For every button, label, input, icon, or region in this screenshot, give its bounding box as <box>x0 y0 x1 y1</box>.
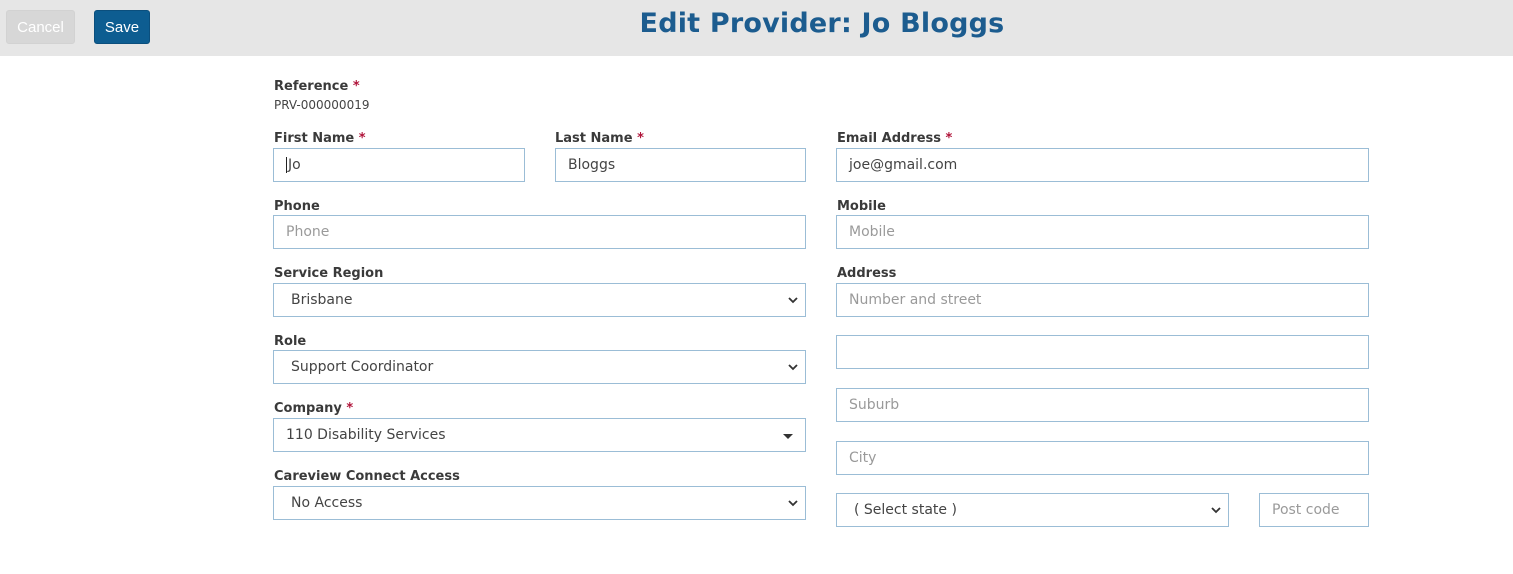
address-line2-input[interactable] <box>836 335 1369 369</box>
reference-value: PRV-000000019 <box>274 98 370 112</box>
phone-input[interactable]: Phone <box>273 215 806 249</box>
last-name-label: Last Name * <box>555 131 644 146</box>
reference-label: Reference * <box>274 79 360 94</box>
chevron-down-icon <box>788 297 798 304</box>
company-label: Company * <box>274 401 353 416</box>
company-label-text: Company <box>274 401 342 416</box>
last-name-label-text: Last Name <box>555 131 633 146</box>
text-cursor <box>286 157 287 173</box>
city-input[interactable]: City <box>836 441 1369 475</box>
address-line1-placeholder: Number and street <box>849 292 982 308</box>
suburb-placeholder: Suburb <box>849 397 900 413</box>
mobile-input[interactable]: Mobile <box>836 215 1369 249</box>
state-value: ( Select state ) <box>854 502 957 518</box>
service-region-label: Service Region <box>274 266 384 281</box>
first-name-input[interactable]: Jo <box>273 148 525 182</box>
role-select[interactable]: Support Coordinator <box>273 350 806 384</box>
chevron-down-icon <box>788 364 798 371</box>
required-marker: * <box>637 131 644 146</box>
careview-access-value: No Access <box>291 495 363 511</box>
mobile-label: Mobile <box>837 199 886 214</box>
required-marker: * <box>352 79 360 94</box>
first-name-label: First Name * <box>274 131 366 146</box>
service-region-select[interactable]: Brisbane <box>273 283 806 317</box>
phone-placeholder: Phone <box>286 224 330 240</box>
email-label-text: Email Address <box>837 131 942 146</box>
state-select[interactable]: ( Select state ) <box>836 493 1229 527</box>
required-marker: * <box>358 131 366 146</box>
first-name-value: Jo <box>288 157 301 173</box>
company-value: 110 Disability Services <box>286 427 446 443</box>
required-marker: * <box>945 131 953 146</box>
careview-access-label: Careview Connect Access <box>274 469 460 484</box>
postcode-input[interactable]: Post code <box>1259 493 1369 527</box>
service-region-value: Brisbane <box>291 292 353 308</box>
top-toolbar: Cancel Save Edit Provider: Jo Bloggs <box>0 0 1513 56</box>
phone-label: Phone <box>274 199 320 214</box>
mobile-placeholder: Mobile <box>849 224 895 240</box>
caret-down-icon <box>783 434 793 439</box>
email-label: Email Address * <box>837 131 952 146</box>
postcode-placeholder: Post code <box>1272 502 1340 518</box>
last-name-value: Bloggs <box>568 157 616 173</box>
last-name-input[interactable]: Bloggs <box>555 148 806 182</box>
company-dropdown[interactable]: 110 Disability Services <box>273 418 806 452</box>
city-placeholder: City <box>849 450 877 466</box>
required-marker: * <box>346 401 354 416</box>
chevron-down-icon <box>1211 507 1221 514</box>
careview-access-select[interactable]: No Access <box>273 486 806 520</box>
role-value: Support Coordinator <box>291 359 434 375</box>
email-value: joe@gmail.com <box>849 157 958 173</box>
first-name-label-text: First Name <box>274 131 355 146</box>
address-line1-input[interactable]: Number and street <box>836 283 1369 317</box>
role-label: Role <box>274 334 307 349</box>
email-input[interactable]: joe@gmail.com <box>836 148 1369 182</box>
chevron-down-icon <box>788 500 798 507</box>
page-title: Edit Provider: Jo Bloggs <box>639 8 1005 39</box>
suburb-input[interactable]: Suburb <box>836 388 1369 422</box>
reference-label-text: Reference <box>274 79 349 94</box>
address-label: Address <box>837 266 897 281</box>
